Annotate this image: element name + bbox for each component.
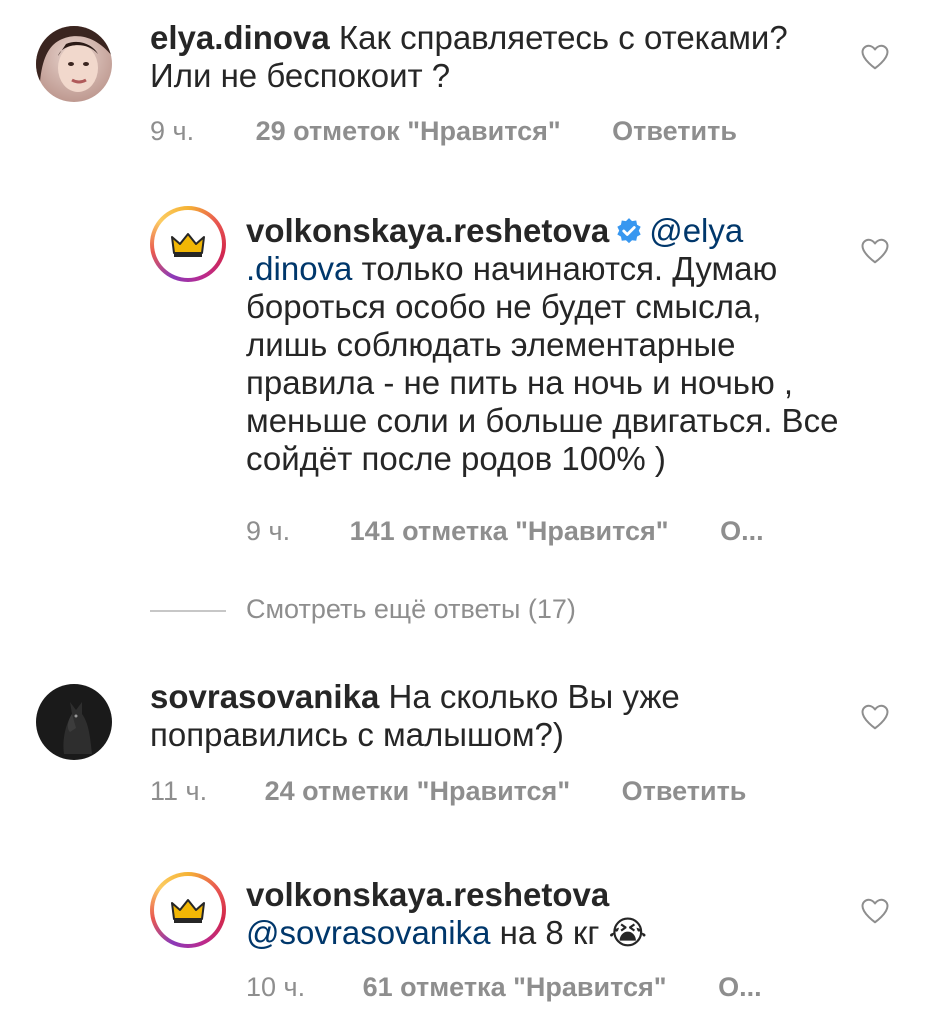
comment-text: sovrasovanika На сколько Вы уже поправил… [150, 678, 840, 754]
heart-outline-icon[interactable] [860, 42, 890, 72]
comment-meta: 9 ч. 29 отметок "Нравится" Ответить [150, 116, 737, 147]
comment-time: 9 ч. [246, 516, 291, 546]
crown-logo-icon [171, 233, 205, 257]
comment-body-line-1: На сколько Вы уже [379, 678, 680, 715]
crown-logo-icon [171, 899, 205, 923]
comment-meta: 11 ч. 24 отметки "Нравится" Ответить [150, 776, 746, 807]
avatar[interactable] [150, 206, 226, 282]
verified-badge-icon [617, 218, 641, 244]
mention-link[interactable]: @sovrasovanika [246, 914, 490, 951]
comment-body: на 8 кг [490, 914, 600, 951]
view-more-divider [150, 610, 226, 612]
comment-text: volkonskaya.reshetova @sovrasovanika на … [246, 876, 846, 952]
avatar[interactable] [36, 26, 112, 102]
crying-face-emoji: 😭 [608, 914, 648, 951]
comment-username[interactable]: sovrasovanika [150, 678, 379, 715]
comment-time: 11 ч. [150, 776, 208, 806]
reply-button[interactable]: Ответить [622, 776, 747, 806]
reply-button[interactable]: Ответить [612, 116, 737, 146]
view-more-replies-button[interactable]: Смотреть ещё ответы (17) [246, 594, 576, 625]
comment-username[interactable]: elya.dinova [150, 19, 330, 56]
comment-text: elya.dinova Как справляетесь с отеками? … [150, 19, 840, 95]
comment-body-line-2: Или не беспокоит ? [150, 57, 451, 94]
comment-body-line-2: поправились с малышом?) [150, 716, 564, 753]
heart-outline-icon[interactable] [860, 236, 890, 266]
comment-likes[interactable]: 24 отметки "Нравится" [265, 776, 571, 806]
reply-button[interactable]: О... [718, 972, 762, 1002]
comment-likes[interactable]: 29 отметок "Нравится" [256, 116, 561, 146]
heart-outline-icon[interactable] [860, 896, 890, 926]
comment-username[interactable]: volkonskaya.reshetova [246, 876, 609, 913]
comment-time: 9 ч. [150, 116, 195, 146]
avatar[interactable] [36, 684, 112, 760]
avatar[interactable] [150, 872, 226, 948]
heart-outline-icon[interactable] [860, 702, 890, 732]
comment-meta: 10 ч. 61 отметка "Нравится" О... [246, 972, 762, 1003]
comment-username[interactable]: volkonskaya.reshetova [246, 212, 609, 249]
avatar-photo [36, 26, 112, 102]
comment-likes[interactable]: 141 отметка "Нравится" [350, 516, 669, 546]
comment-text: volkonskaya.reshetova @elya .dinova только… [246, 212, 846, 478]
avatar-photo [36, 684, 112, 760]
comment-time: 10 ч. [246, 972, 306, 1002]
comment-likes[interactable]: 61 отметка "Нравится" [363, 972, 667, 1002]
comment-body-line-1: Как справляетесь с отеками? [329, 19, 788, 56]
comment-meta: 9 ч. 141 отметка "Нравится" О... [246, 516, 764, 547]
reply-button[interactable]: О... [720, 516, 764, 546]
